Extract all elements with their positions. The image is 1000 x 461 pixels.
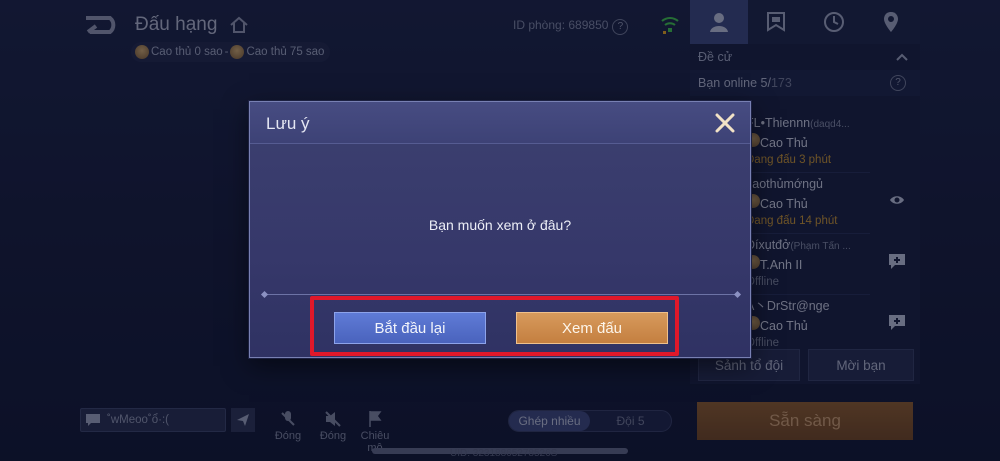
dialog-header: Lưu ý (250, 102, 750, 144)
close-icon[interactable] (714, 112, 736, 134)
dialog-message: Bạn muốn xem ở đâu? (428, 217, 572, 233)
dialog-divider (264, 294, 738, 295)
watch-match-button[interactable]: Xem đấu (516, 312, 668, 344)
notice-dialog: Lưu ý Bạn muốn xem ở đâu? Bắt đầu lại Xe… (249, 101, 751, 358)
restart-button[interactable]: Bắt đầu lại (334, 312, 486, 344)
dialog-title: Lưu ý (266, 114, 310, 133)
